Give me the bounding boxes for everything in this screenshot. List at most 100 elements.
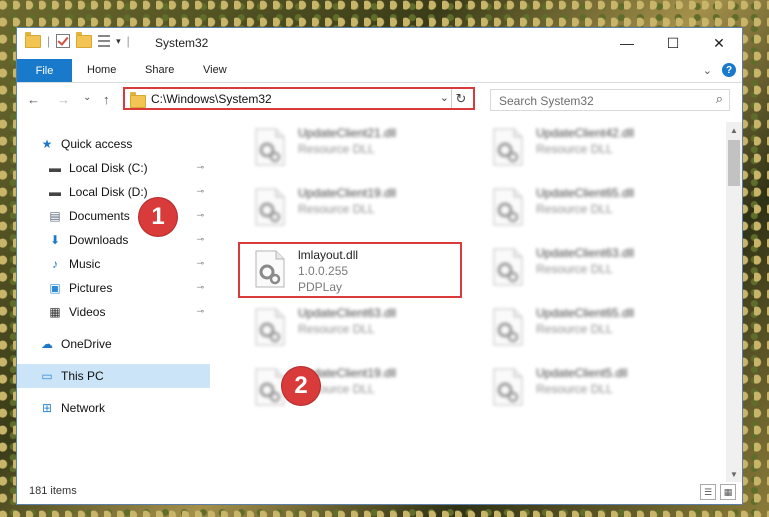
- file-tile[interactable]: UpdateClient19.dll Resource DLL: [240, 362, 460, 412]
- file-name: UpdateClient21.dll: [298, 126, 397, 140]
- file-tile[interactable]: UpdateClient63.dll Resource DLL: [478, 242, 698, 292]
- quick-access-toolbar: | ▾ |: [25, 31, 130, 48]
- file-tile[interactable]: UpdateClient5.dll Resource DLL: [478, 362, 698, 412]
- dll-file-icon: [493, 308, 523, 346]
- up-button[interactable]: ↑: [103, 92, 110, 107]
- file-description: Resource DLL: [298, 202, 375, 216]
- music-icon: ♪: [52, 257, 58, 271]
- sidebar-item-onedrive[interactable]: ☁ OneDrive: [17, 332, 210, 356]
- pin-icon[interactable]: ⊸: [196, 234, 204, 245]
- file-description: Resource DLL: [536, 322, 613, 336]
- cloud-icon: ☁: [41, 337, 53, 351]
- sidebar-item-label: Pictures: [69, 281, 113, 295]
- customize-toolbar-icon[interactable]: ▾: [116, 36, 121, 47]
- title-bar: | ▾ | System32 — ☐ ✕: [17, 28, 742, 58]
- dll-file-icon: [255, 188, 285, 226]
- file-tile[interactable]: UpdateClient65.dll Resource DLL: [478, 302, 698, 352]
- file-name: UpdateClient65.dll: [536, 186, 635, 200]
- file-explorer-window: | ▾ | System32 — ☐ ✕ File Home Share Vie…: [16, 27, 743, 505]
- details-view-icon[interactable]: ☰: [700, 484, 716, 500]
- back-button[interactable]: ←: [27, 92, 40, 107]
- sidebar-item-local-disk-c[interactable]: ▬ Local Disk (C:) ⊸: [17, 156, 210, 180]
- file-description: Resource DLL: [298, 322, 375, 336]
- refresh-icon[interactable]: ↻: [451, 89, 470, 108]
- sidebar-item-local-disk-d[interactable]: ▬ Local Disk (D:) ⊸: [17, 180, 210, 204]
- step-2-badge: 2: [282, 367, 320, 405]
- vertical-scrollbar[interactable]: ▲ ▼: [726, 122, 742, 482]
- navigation-pane: ★ Quick access ▬ Local Disk (C:) ⊸ ▬ Local Dis…: [17, 122, 210, 476]
- pin-icon[interactable]: ⊸: [196, 258, 204, 269]
- star-icon: ★: [41, 137, 53, 151]
- file-name: UpdateClient63.dll: [298, 306, 397, 320]
- close-button[interactable]: ✕: [696, 28, 742, 58]
- recent-locations-button[interactable]: ⌄: [83, 92, 91, 103]
- window-title: System32: [155, 36, 209, 50]
- file-tile[interactable]: lmlayout.dll 1.0.0.255 PDPLay: [240, 244, 460, 294]
- sidebar-item-documents[interactable]: ▤ Documents ⊸: [17, 204, 210, 228]
- ribbon: File Home Share View ⌄ ?: [17, 59, 742, 83]
- file-tile[interactable]: UpdateClient21.dll Resource DLL: [240, 122, 460, 172]
- sidebar-item-label: Videos: [69, 305, 106, 319]
- file-tile[interactable]: UpdateClient42.dll Resource DLL: [478, 122, 698, 172]
- tab-share[interactable]: Share: [145, 64, 174, 76]
- file-company: PDPLay: [298, 280, 343, 294]
- pin-icon[interactable]: ⊸: [196, 306, 204, 317]
- pictures-icon: ▣: [49, 281, 61, 295]
- search-input[interactable]: Search System32 ⌕: [490, 89, 730, 111]
- address-dropdown-icon[interactable]: ⌄: [440, 91, 449, 104]
- sidebar-item-quick-access[interactable]: ★ Quick access: [17, 132, 210, 156]
- dll-file-icon: [255, 308, 285, 346]
- tab-file[interactable]: File: [17, 59, 72, 82]
- file-name: lmlayout.dll: [298, 248, 359, 262]
- sidebar-item-label: Music: [69, 257, 101, 271]
- help-icon[interactable]: ?: [722, 63, 736, 77]
- minimize-button[interactable]: —: [604, 28, 650, 58]
- sidebar-item-label: Quick access: [61, 137, 133, 151]
- sidebar-item-videos[interactable]: ▦ Videos ⊸: [17, 300, 210, 324]
- file-tile[interactable]: UpdateClient63.dll Resource DLL: [240, 302, 460, 352]
- address-bar[interactable]: C:\Windows\System32 ⌄ ↻: [123, 87, 475, 110]
- file-description: Resource DLL: [536, 262, 613, 276]
- sidebar-item-label: Local Disk (D:): [69, 185, 148, 199]
- sidebar-item-network[interactable]: ⊞ Network: [17, 396, 210, 420]
- highlighted-file-tile[interactable]: lmlayout.dll 1.0.0.255 PDPLay: [238, 242, 462, 298]
- properties-check-icon[interactable]: [56, 34, 71, 48]
- sidebar-item-music[interactable]: ♪ Music ⊸: [17, 252, 210, 276]
- pin-icon[interactable]: ⊸: [196, 282, 204, 293]
- pin-icon[interactable]: ⊸: [196, 162, 204, 173]
- file-tile[interactable]: UpdateClient19.dll Resource DLL: [240, 182, 460, 232]
- sidebar-item-this-pc[interactable]: ▭ This PC: [17, 364, 210, 388]
- document-icon: ▤: [49, 209, 61, 223]
- maximize-button[interactable]: ☐: [650, 28, 696, 58]
- scroll-thumb[interactable]: [728, 140, 740, 186]
- sidebar-item-label: OneDrive: [61, 337, 112, 351]
- scroll-up-icon[interactable]: ▲: [726, 122, 742, 138]
- drive-icon: ▬: [49, 161, 61, 175]
- sidebar-item-label: This PC: [61, 369, 104, 383]
- file-description: Resource DLL: [298, 142, 375, 156]
- search-icon[interactable]: ⌕: [716, 91, 723, 107]
- pin-icon[interactable]: ⊸: [196, 210, 204, 221]
- file-description: Resource DLL: [536, 142, 613, 156]
- tab-home[interactable]: Home: [87, 64, 116, 76]
- file-description: Resource DLL: [536, 202, 613, 216]
- expand-ribbon-icon[interactable]: ⌄: [703, 64, 712, 77]
- tiles-view-icon[interactable]: ▦: [720, 484, 736, 500]
- sidebar-item-label: Downloads: [69, 233, 129, 247]
- pin-icon[interactable]: ⊸: [196, 186, 204, 197]
- properties-icon[interactable]: [98, 35, 111, 47]
- sidebar-item-pictures[interactable]: ▣ Pictures ⊸: [17, 276, 210, 300]
- file-tile[interactable]: UpdateClient65.dll Resource DLL: [478, 182, 698, 232]
- dll-file-icon: [493, 248, 523, 286]
- new-folder-icon[interactable]: [76, 31, 93, 48]
- toolbar-separator: |: [47, 34, 51, 48]
- sidebar-item-downloads[interactable]: ⬇ Downloads ⊸: [17, 228, 210, 252]
- tab-view[interactable]: View: [203, 64, 227, 76]
- drive-icon: ▬: [49, 185, 61, 199]
- forward-button[interactable]: →: [57, 92, 70, 107]
- address-path[interactable]: C:\Windows\System32: [151, 92, 272, 106]
- computer-icon: ▭: [41, 369, 53, 383]
- download-icon: ⬇: [49, 233, 61, 247]
- view-buttons: ☰ ▦: [700, 484, 736, 500]
- dll-file-icon: [255, 250, 285, 288]
